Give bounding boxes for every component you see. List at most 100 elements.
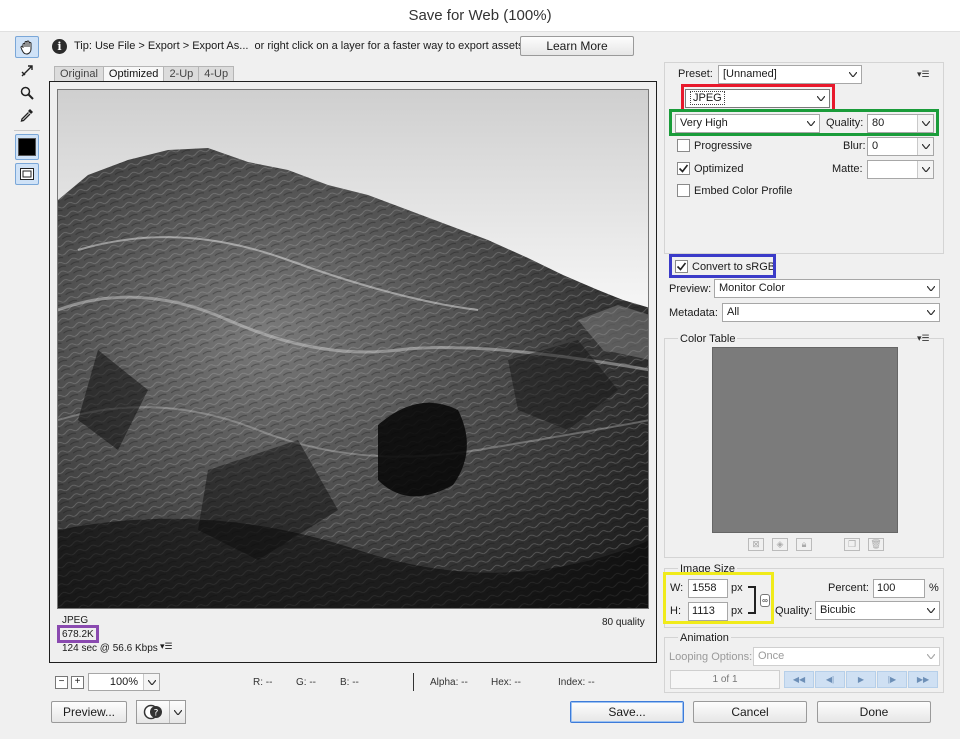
preview-value: Monitor Color — [719, 282, 786, 294]
hex-value-readout: Hex: -- — [491, 677, 521, 688]
tool-column — [12, 36, 42, 186]
toggle-slices-button[interactable] — [15, 163, 39, 185]
height-label: H: — [670, 605, 681, 617]
matte-select[interactable] — [867, 160, 934, 179]
chevron-down-icon — [803, 115, 819, 132]
cancel-button[interactable]: Cancel — [693, 701, 807, 723]
progressive-checkbox[interactable] — [677, 139, 690, 152]
download-time: 124 sec @ 56.6 Kbps — [62, 643, 158, 654]
quality-label: Quality: — [826, 117, 864, 129]
tab-4-up[interactable]: 4-Up — [198, 66, 235, 82]
new-color-icon[interactable]: ❐ — [844, 538, 860, 551]
hand-tool-button[interactable] — [15, 36, 39, 58]
zoom-in-button[interactable]: + — [71, 676, 84, 689]
web-snap-icon[interactable]: ◈ — [772, 538, 788, 551]
last-frame-button[interactable]: ▶▶ — [908, 671, 938, 688]
convert-srgb-checkbox[interactable] — [675, 260, 688, 273]
hand-icon — [20, 40, 32, 55]
color-table-toolbar: ⊠ ◈ 🔒︎ ❐ 🗑︎ — [748, 538, 884, 551]
chevron-down-icon — [813, 90, 829, 107]
optimized-image-preview[interactable] — [57, 89, 649, 609]
compression-quality-select[interactable]: Very High — [675, 114, 820, 133]
preview-select[interactable]: Monitor Color — [714, 279, 940, 298]
magnifier-icon — [20, 86, 34, 100]
download-speed-menu-icon[interactable]: ▾☰ — [160, 641, 173, 652]
width-input[interactable]: 1558 — [688, 579, 728, 598]
preset-select[interactable]: [Unnamed] — [718, 65, 862, 84]
trash-icon[interactable]: 🗑︎ — [868, 538, 884, 551]
status-divider — [413, 673, 414, 691]
tab-optimized[interactable]: Optimized — [102, 66, 165, 82]
image-format-label: JPEG — [62, 615, 89, 626]
resample-quality-label: Quality: — [775, 605, 813, 617]
resample-quality-select[interactable]: Bicubic — [815, 601, 940, 620]
tab-original[interactable]: Original — [54, 66, 104, 82]
view-tabs: Original Optimized 2-Up 4-Up — [54, 66, 235, 82]
slice-select-tool-button[interactable] — [15, 60, 39, 82]
next-frame-button[interactable]: |▶ — [877, 671, 907, 688]
blur-value: 0 — [872, 140, 879, 152]
eyedropper-icon — [20, 109, 33, 122]
optimized-label: Optimized — [694, 163, 744, 175]
map-transparent-icon[interactable]: ⊠ — [748, 538, 764, 551]
preview-label: Preview: — [669, 283, 712, 295]
color-table-swatches[interactable] — [712, 347, 898, 533]
blue-value-readout: B: -- — [340, 677, 359, 688]
blur-input[interactable]: 0 — [867, 137, 934, 156]
file-format-select[interactable]: JPEG — [685, 89, 830, 108]
chevron-down-icon — [917, 161, 933, 178]
tip-bar: i Tip: Use File > Export > Export As... … — [46, 34, 948, 58]
quality-value: 80 — [872, 117, 885, 129]
optimized-checkbox[interactable] — [677, 162, 690, 175]
blur-label: Blur: — [843, 140, 866, 152]
browser-icon: ? — [137, 704, 169, 720]
play-button[interactable]: ▶ — [846, 671, 876, 688]
info-icon: i — [52, 38, 67, 54]
color-table-label: Color Table — [678, 333, 738, 345]
zoom-level-select[interactable]: 100% — [88, 673, 160, 691]
looping-options-select[interactable]: Once — [753, 647, 940, 666]
percent-input[interactable]: 100 — [873, 579, 925, 598]
checkmark-icon — [676, 262, 687, 271]
animation-label: Animation — [678, 632, 731, 644]
done-button[interactable]: Done — [817, 701, 931, 723]
chevron-down-icon — [923, 648, 939, 665]
chevron-down-icon — [917, 138, 933, 155]
looping-options-value: Once — [758, 650, 785, 662]
learn-more-button[interactable]: Learn More — [520, 36, 634, 56]
quality-readout: 80 quality — [602, 617, 645, 628]
compression-quality-value: Very High — [680, 117, 728, 129]
embed-color-profile-checkbox[interactable] — [677, 184, 690, 197]
tool-separator — [14, 130, 40, 131]
red-value-readout: R: -- — [253, 677, 273, 688]
optimize-menu-icon[interactable]: ▾☰ — [917, 69, 930, 80]
metadata-select[interactable]: All — [722, 303, 940, 322]
metadata-label: Metadata: — [669, 307, 718, 319]
index-value-readout: Index: -- — [558, 677, 595, 688]
link-icon[interactable]: ∞ — [760, 594, 770, 607]
color-table-menu-icon[interactable]: ▾☰ — [917, 333, 930, 344]
zoom-tool-button[interactable] — [15, 82, 39, 104]
preset-value: [Unnamed] — [723, 68, 777, 80]
chevron-down-icon — [845, 66, 861, 83]
looping-options-label: Looping Options: — [669, 651, 753, 663]
image-file-size: 678.2K — [62, 629, 94, 640]
browser-preview-button[interactable]: ? — [136, 700, 186, 724]
preview-button[interactable]: Preview... — [51, 701, 127, 723]
width-unit: px — [731, 582, 743, 594]
quality-input[interactable]: 80 — [867, 114, 934, 133]
height-input[interactable]: 1113 — [688, 602, 728, 621]
tab-2-up[interactable]: 2-Up — [163, 66, 200, 82]
eyedropper-color-swatch[interactable] — [15, 134, 39, 160]
convert-srgb-label: Convert to sRGB — [692, 261, 776, 273]
slice-visibility-icon — [20, 168, 34, 180]
first-frame-button[interactable]: ◀◀ — [784, 671, 814, 688]
height-unit: px — [731, 605, 743, 617]
lock-color-icon[interactable]: 🔒︎ — [796, 538, 812, 551]
chevron-down-icon[interactable] — [169, 701, 185, 723]
previous-frame-button[interactable]: ◀| — [815, 671, 845, 688]
zoom-out-button[interactable]: − — [55, 676, 68, 689]
chevron-down-icon — [923, 304, 939, 321]
eyedropper-tool-button[interactable] — [15, 104, 39, 126]
save-button[interactable]: Save... — [570, 701, 684, 723]
